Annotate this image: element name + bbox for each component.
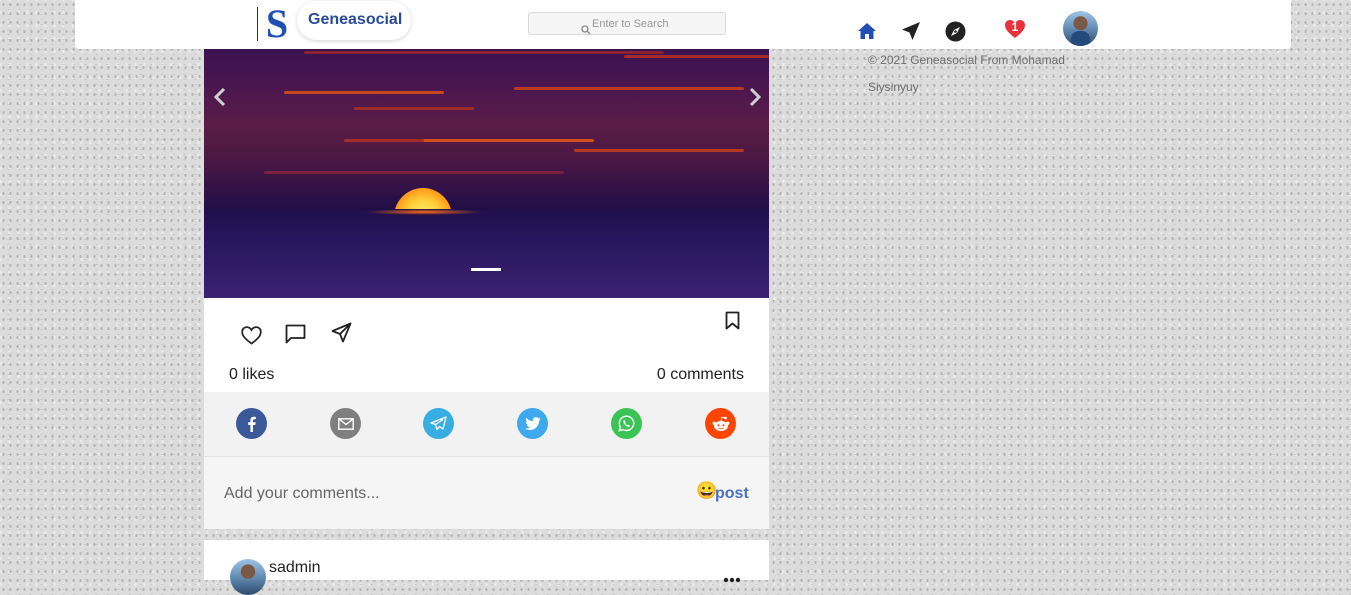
more-options-icon[interactable] bbox=[723, 570, 741, 588]
facebook-share-icon[interactable] bbox=[236, 408, 267, 439]
carousel-prev-icon[interactable] bbox=[208, 85, 232, 109]
logo-divider bbox=[257, 7, 258, 41]
svg-text:S: S bbox=[266, 4, 288, 42]
likes-count[interactable]: 0 likes bbox=[229, 366, 274, 384]
search-icon bbox=[581, 22, 591, 40]
heart-icon[interactable]: 1 bbox=[1003, 18, 1027, 40]
emoji-icon[interactable]: 😀 bbox=[696, 482, 717, 499]
comment-area: 😀 post bbox=[204, 457, 769, 529]
comments-count[interactable]: 0 comments bbox=[657, 366, 744, 384]
share-send-icon[interactable] bbox=[330, 321, 352, 343]
brand-name[interactable]: Geneasocial bbox=[308, 11, 402, 29]
post-comment-button[interactable]: post bbox=[715, 485, 749, 503]
next-post-card: sadmin bbox=[204, 540, 769, 595]
reddit-share-icon[interactable] bbox=[705, 408, 736, 439]
sea bbox=[204, 209, 769, 298]
post-card: 0 likes 0 comments 😀 post bbox=[204, 49, 769, 529]
search-input[interactable] bbox=[592, 13, 722, 34]
logo-icon[interactable]: S bbox=[261, 4, 293, 42]
copyright-text: © 2021 Geneasocial From Mohamad Siysinyu… bbox=[868, 53, 1065, 94]
whatsapp-share-icon[interactable] bbox=[611, 408, 642, 439]
email-share-icon[interactable] bbox=[330, 408, 361, 439]
telegram-share-icon[interactable] bbox=[423, 408, 454, 439]
notification-count: 1 bbox=[1011, 20, 1019, 34]
carousel-indicator[interactable] bbox=[471, 268, 501, 271]
comment-input[interactable] bbox=[224, 481, 664, 507]
compass-icon[interactable] bbox=[944, 20, 966, 42]
like-icon[interactable] bbox=[240, 324, 262, 346]
next-post-username[interactable]: sadmin bbox=[269, 559, 321, 577]
carousel-next-icon[interactable] bbox=[743, 85, 767, 109]
bookmark-icon[interactable] bbox=[722, 309, 742, 331]
send-icon[interactable] bbox=[900, 20, 922, 42]
twitter-share-icon[interactable] bbox=[517, 408, 548, 439]
comment-icon[interactable] bbox=[284, 323, 306, 345]
share-bar bbox=[204, 392, 769, 457]
home-icon[interactable] bbox=[856, 21, 878, 41]
avatar[interactable] bbox=[1063, 11, 1098, 46]
post-image[interactable] bbox=[204, 49, 769, 298]
next-post-avatar[interactable] bbox=[230, 559, 266, 595]
